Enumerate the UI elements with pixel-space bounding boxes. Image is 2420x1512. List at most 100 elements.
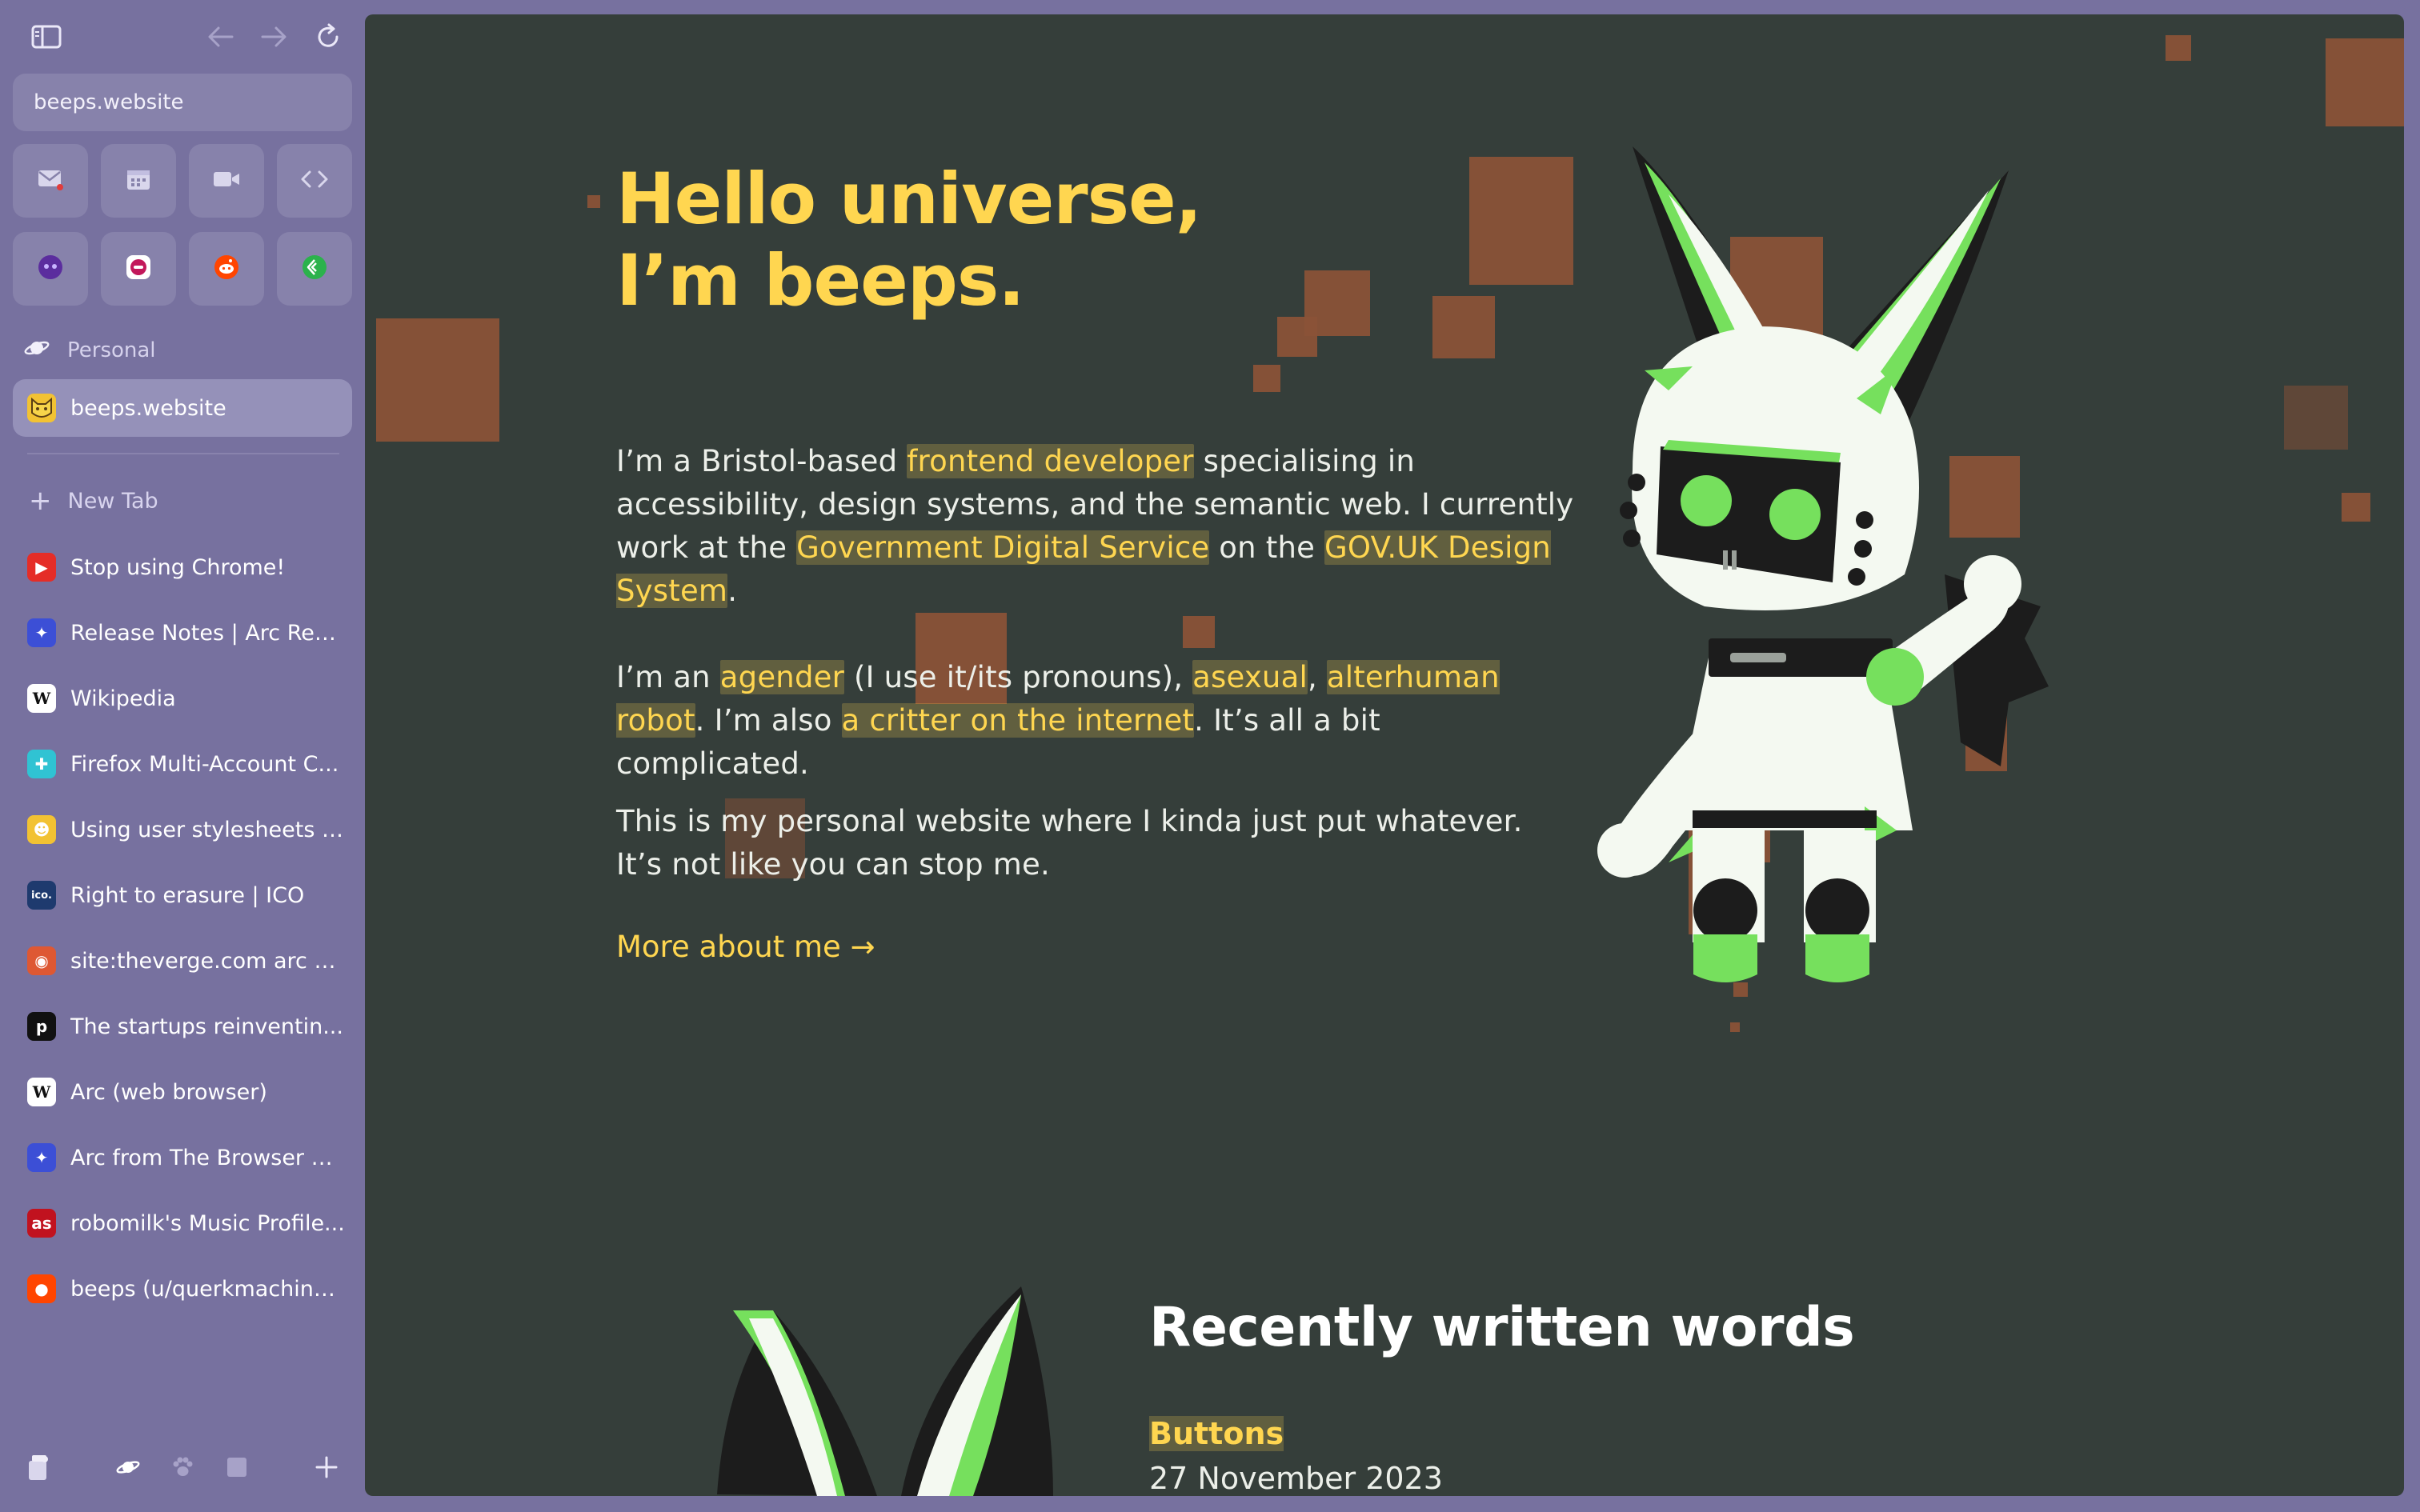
tab-title: Using user stylesheets i... [70,817,346,842]
tab-item[interactable]: p The startups reinventin... [13,998,352,1055]
deco-square [1183,616,1215,648]
more-about-me-link[interactable]: More about me → [616,930,875,964]
tab-title: The startups reinventin... [70,1014,343,1039]
tab-title: beeps (u/querkmachine... [70,1276,346,1302]
new-tab-button[interactable]: + New Tab [13,472,352,530]
favorite-mastodon[interactable] [13,232,88,306]
favorite-ghost[interactable] [101,232,176,306]
hero-heading: Hello universe, I’m beeps. [616,158,1336,322]
protocol-icon: p [27,1012,56,1041]
library-icon[interactable] [19,1448,58,1486]
space-paw-icon[interactable] [163,1448,202,1486]
post-title-link[interactable]: Buttons [1149,1416,1284,1451]
hero-line-1: Hello universe, [616,158,1202,240]
deco-square [2326,38,2404,126]
pinned-tab-beeps[interactable]: beeps.website [13,379,352,437]
arc-icon: ✦ [27,1143,56,1172]
text: (I use it/its pronouns), [844,660,1193,694]
puzzle-icon: ✚ [27,750,56,778]
web-page: Hello universe, I’m beeps. I’m a Bristol… [365,14,2404,1496]
favorite-mail[interactable] [13,144,88,218]
lastfm-icon: as [27,1209,56,1238]
link-gds[interactable]: Government Digital Service [796,530,1210,565]
post-date: 27 November 2023 [1149,1461,1443,1496]
deco-square [1277,317,1317,357]
pinned-tab-title: beeps.website [70,395,226,421]
deco-square [1253,365,1280,392]
text: I’m an [616,660,720,694]
text: I’m a Bristol-based [616,444,908,478]
tab-item[interactable]: W Arc (web browser) [13,1063,352,1121]
tab-item[interactable]: ico. Right to erasure | ICO [13,866,352,924]
deco-square [2342,493,2370,522]
personal-site-paragraph: This is my personal website where I kind… [616,804,1523,882]
link-critter[interactable]: a critter on the internet [841,703,1195,738]
favorite-calendar[interactable] [101,144,176,218]
tab-item[interactable]: ✦ Release Notes | Arc Res... [13,604,352,662]
sidebar-divider [27,453,339,454]
tab-title: Wikipedia [70,686,176,711]
ico-icon: ico. [27,881,56,910]
feedly-icon [301,254,328,284]
code-icon [300,170,329,192]
mail-icon [37,168,64,194]
identity-paragraph: I’m an agender (I use it/its pronouns), … [616,656,1577,786]
tab-item[interactable]: ☻ Using user stylesheets i... [13,801,352,858]
reload-icon[interactable] [309,18,347,56]
tab-item[interactable]: ● beeps (u/querkmachine... [13,1260,352,1318]
text: on the [1209,530,1325,565]
forward-arrow-icon[interactable] [254,18,293,56]
deco-square [2284,386,2348,450]
tab-item[interactable]: ▶ Stop using Chrome! [13,538,352,596]
link-frontend-developer[interactable]: frontend developer [907,444,1194,478]
deco-square [2166,35,2191,61]
calendar-icon [126,167,151,194]
deco-square [376,318,499,442]
text: , [1307,660,1327,694]
wikipedia-icon: W [27,1078,56,1106]
sidebar-toggle-icon[interactable] [27,18,66,56]
reddit-icon [213,254,240,284]
favorite-code[interactable] [277,144,352,218]
arc-icon: ✦ [27,618,56,647]
tab-item[interactable]: ◉ site:theverge.com arc b... [13,932,352,990]
planet-icon [24,337,50,365]
tab-title: Stop using Chrome! [70,554,286,580]
tab-item[interactable]: as robomilk's Music Profile... [13,1194,352,1252]
tab-title: site:theverge.com arc b... [70,948,346,974]
tab-title: Arc from The Browser C... [70,1145,346,1170]
recent-words-heading: Recently written words [1149,1296,1855,1359]
tab-title: Release Notes | Arc Res... [70,620,346,646]
tab-item[interactable]: W Wikipedia [13,670,352,727]
cat-icon [27,394,56,422]
add-space-icon[interactable] [307,1448,346,1486]
link-asexual[interactable]: asexual [1192,660,1308,694]
favorite-feedly[interactable] [277,232,352,306]
mastodon-purple-icon [37,254,64,284]
tab-title: Arc (web browser) [70,1079,267,1105]
link-agender[interactable]: agender [719,660,845,694]
url-bar[interactable]: beeps.website [13,74,352,131]
text: . [727,574,738,608]
tab-item[interactable]: ✚ Firefox Multi-Account C... [13,735,352,793]
new-tab-label: New Tab [67,488,158,514]
tab-title: Right to erasure | ICO [70,882,305,908]
deco-square [1432,296,1495,358]
space-square-icon[interactable] [218,1448,256,1486]
duckduckgo-icon: ◉ [27,946,56,975]
favorite-reddit[interactable] [189,232,264,306]
wikipedia-icon: W [27,684,56,713]
tab-item[interactable]: ✦ Arc from The Browser C... [13,1129,352,1186]
text: . I’m also [695,703,842,738]
space-planet-icon[interactable] [109,1448,147,1486]
robot-ears-illustration [717,1286,1053,1496]
space-label-text: Personal [67,338,156,362]
tab-title: Firefox Multi-Account C... [70,751,339,777]
deco-square [587,195,600,208]
reddit-icon: ● [27,1274,56,1303]
space-label[interactable]: Personal [24,334,156,366]
back-arrow-icon[interactable] [202,18,240,56]
youtube-icon: ▶ [27,553,56,582]
sidebar: beeps.website Personal beeps.website + N… [0,0,365,1512]
favorite-video[interactable] [189,144,264,218]
